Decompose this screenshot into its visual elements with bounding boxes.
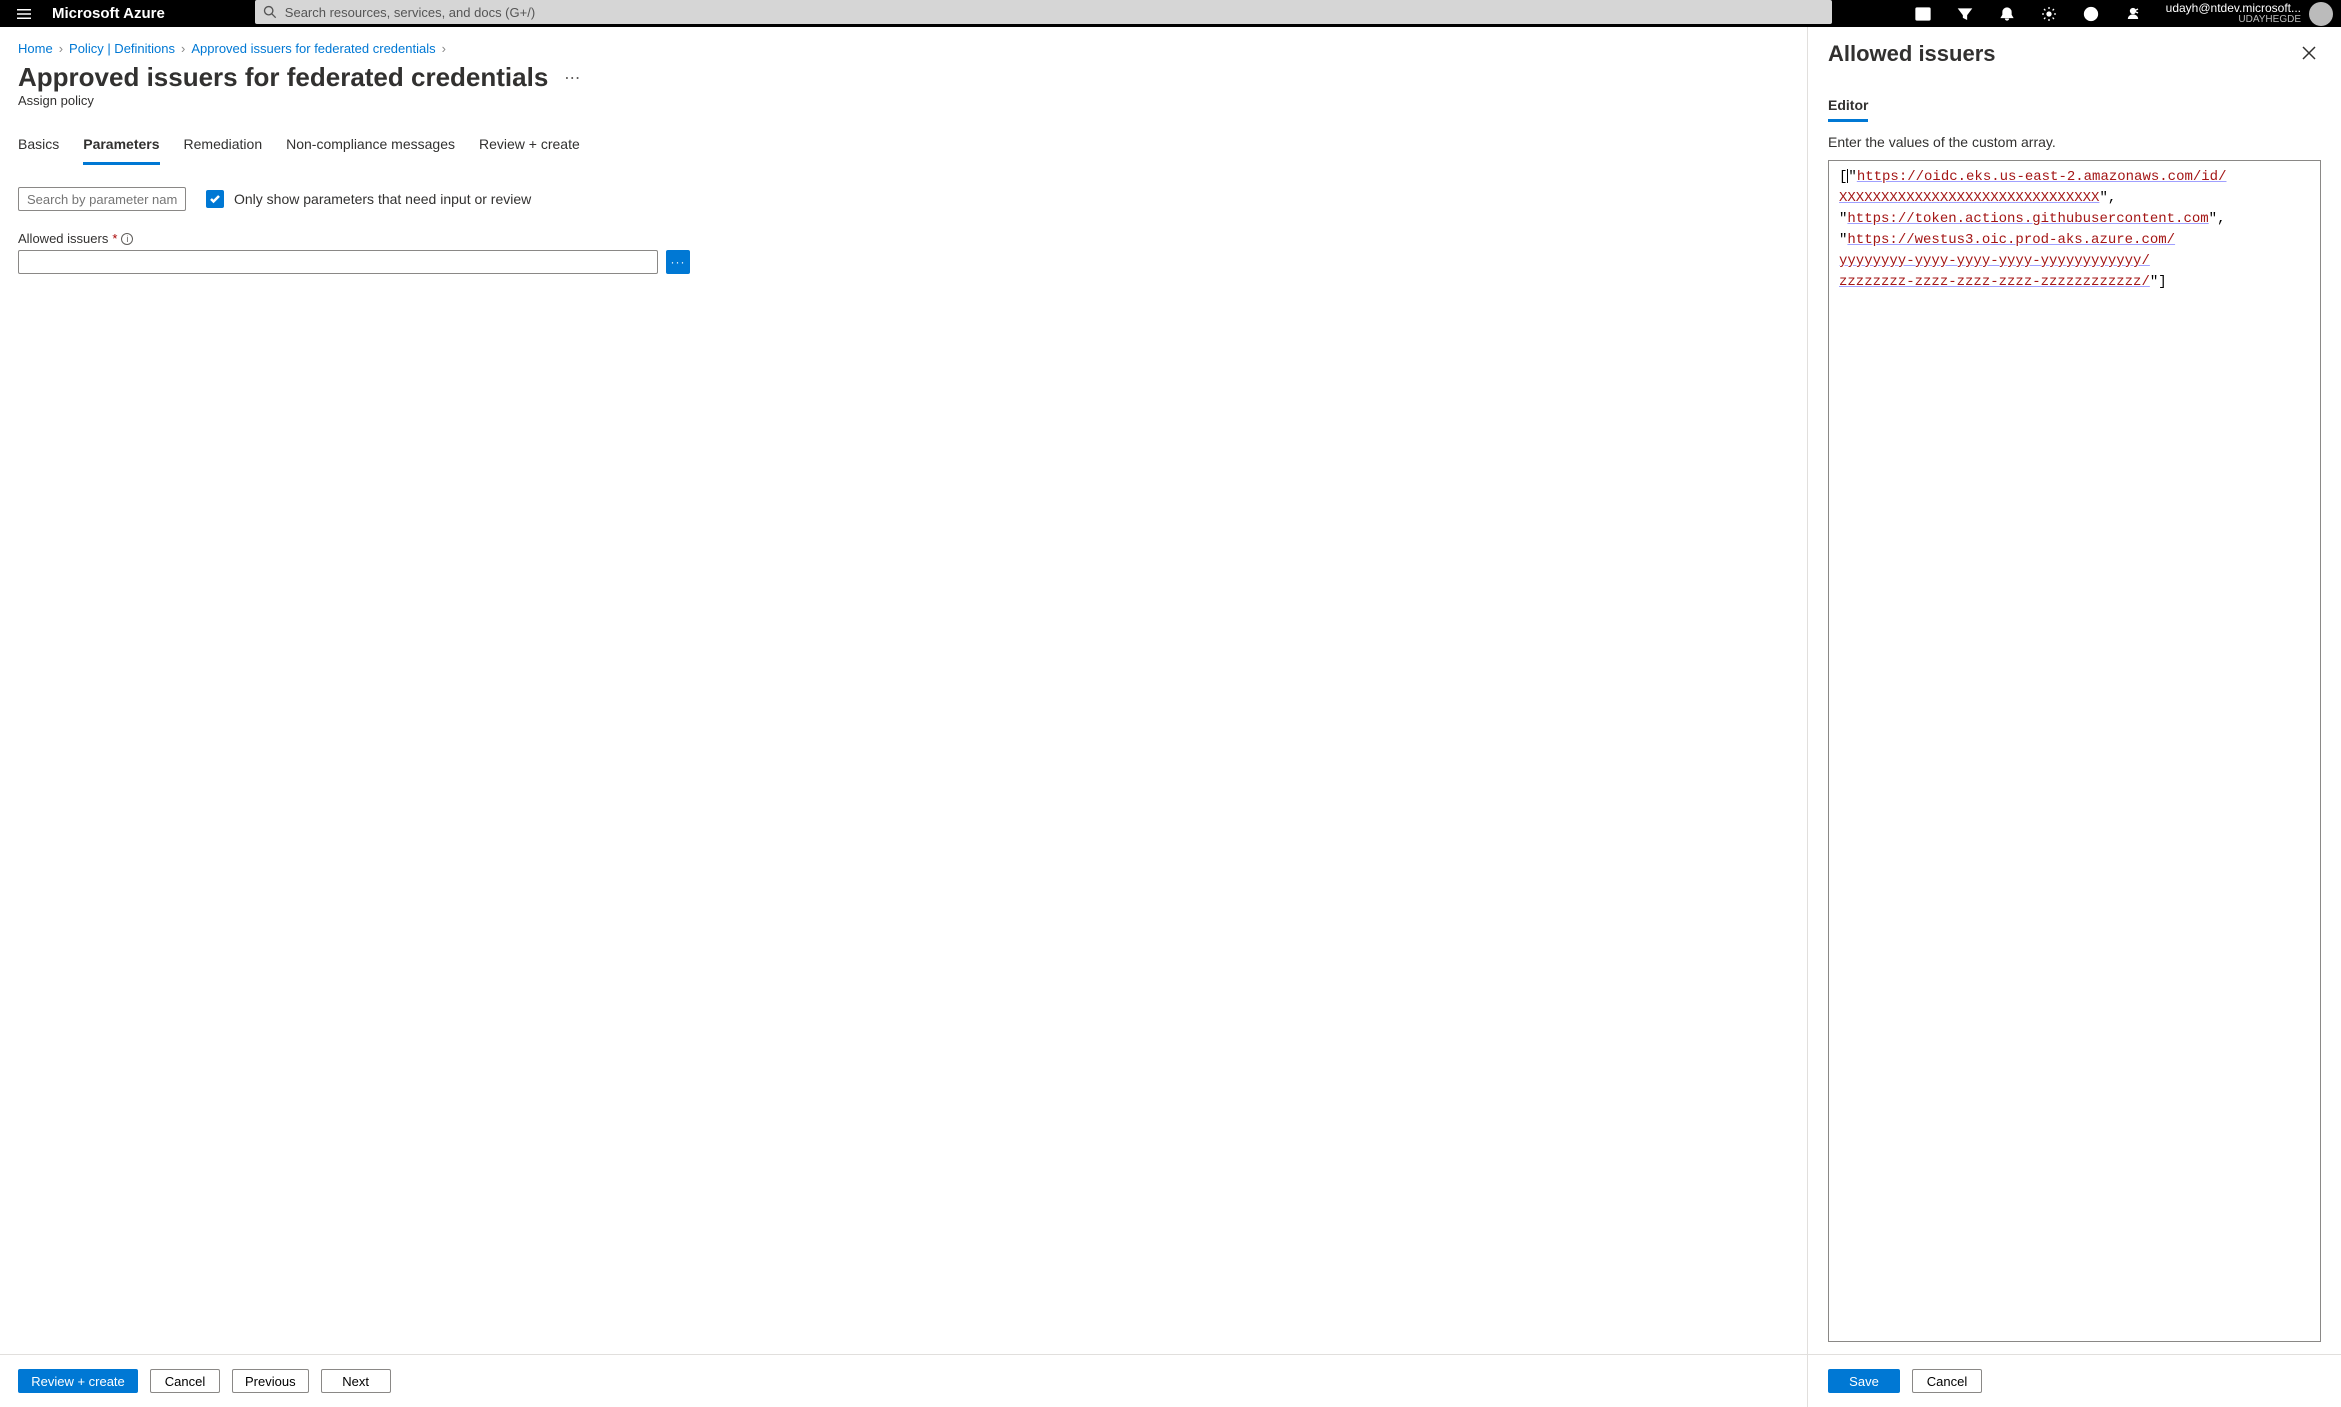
notifications-icon[interactable] [1986, 0, 2028, 27]
hamburger-icon [16, 6, 32, 22]
breadcrumb: Home › Policy | Definitions › Approved i… [0, 27, 1807, 62]
top-icons [1902, 0, 2154, 27]
help-icon[interactable] [2070, 0, 2112, 27]
breadcrumb-current[interactable]: Approved issuers for federated credentia… [191, 41, 435, 56]
account-email: udayh@ntdev.microsoft... [2166, 2, 2301, 14]
previous-button[interactable]: Previous [232, 1369, 309, 1393]
allowed-issuers-label: Allowed issuers [18, 231, 108, 246]
required-asterisk: * [112, 231, 117, 246]
account-area[interactable]: udayh@ntdev.microsoft... UDAYHEGDE [2154, 2, 2341, 26]
close-icon [2302, 46, 2316, 60]
settings-icon[interactable] [2028, 0, 2070, 27]
global-search[interactable]: Search resources, services, and docs (G+… [255, 0, 1832, 24]
tab-review[interactable]: Review + create [479, 132, 580, 165]
panel-cancel-button[interactable]: Cancel [1912, 1369, 1982, 1393]
tab-remediation[interactable]: Remediation [184, 132, 263, 165]
tab-basics[interactable]: Basics [18, 132, 59, 165]
filter-icon[interactable] [1944, 0, 1986, 27]
main-pane: Home › Policy | Definitions › Approved i… [0, 27, 1808, 1407]
tab-noncompliance[interactable]: Non-compliance messages [286, 132, 455, 165]
param-search-input[interactable] [18, 187, 186, 211]
chevron-right-icon: › [59, 41, 63, 56]
next-button[interactable]: Next [321, 1369, 391, 1393]
editor-tab[interactable]: Editor [1828, 97, 1868, 122]
check-icon [209, 193, 221, 205]
breadcrumb-policy[interactable]: Policy | Definitions [69, 41, 175, 56]
editor-description: Enter the values of the custom array. [1828, 134, 2321, 150]
feedback-icon[interactable] [2112, 0, 2154, 27]
save-button[interactable]: Save [1828, 1369, 1900, 1393]
info-icon[interactable]: i [121, 233, 133, 245]
breadcrumb-home[interactable]: Home [18, 41, 53, 56]
tab-parameters[interactable]: Parameters [83, 132, 159, 165]
cancel-button[interactable]: Cancel [150, 1369, 220, 1393]
json-editor[interactable]: ["https://oidc.eks.us-east-2.amazonaws.c… [1828, 160, 2321, 1342]
panel-footer: Save Cancel [1808, 1354, 2341, 1407]
only-show-label: Only show parameters that need input or … [234, 191, 531, 207]
close-panel-button[interactable] [2297, 41, 2321, 65]
brand-label: Microsoft Azure [48, 5, 185, 22]
page-subtitle: Assign policy [0, 93, 1807, 116]
allowed-issuers-input[interactable] [18, 250, 658, 274]
chevron-right-icon: › [181, 41, 185, 56]
wizard-footer: Review + create Cancel Previous Next [0, 1354, 1807, 1407]
search-placeholder: Search resources, services, and docs (G+… [285, 5, 535, 20]
panel-title: Allowed issuers [1828, 41, 1996, 67]
top-bar: Microsoft Azure Search resources, servic… [0, 0, 2341, 27]
search-icon [263, 5, 277, 19]
menu-toggle[interactable] [0, 0, 48, 27]
page-title: Approved issuers for federated credentia… [18, 62, 548, 93]
side-panel: Allowed issuers Editor Enter the values … [1808, 27, 2341, 1407]
chevron-right-icon: › [442, 41, 446, 56]
cloud-shell-icon[interactable] [1902, 0, 1944, 27]
open-editor-button[interactable]: ··· [666, 250, 690, 274]
avatar[interactable] [2309, 2, 2333, 26]
review-create-button[interactable]: Review + create [18, 1369, 138, 1393]
tabs: Basics Parameters Remediation Non-compli… [0, 116, 1807, 165]
more-actions-icon[interactable]: ⋯ [560, 64, 584, 92]
only-show-checkbox[interactable] [206, 190, 224, 208]
account-directory: UDAYHEGDE [2166, 14, 2301, 26]
